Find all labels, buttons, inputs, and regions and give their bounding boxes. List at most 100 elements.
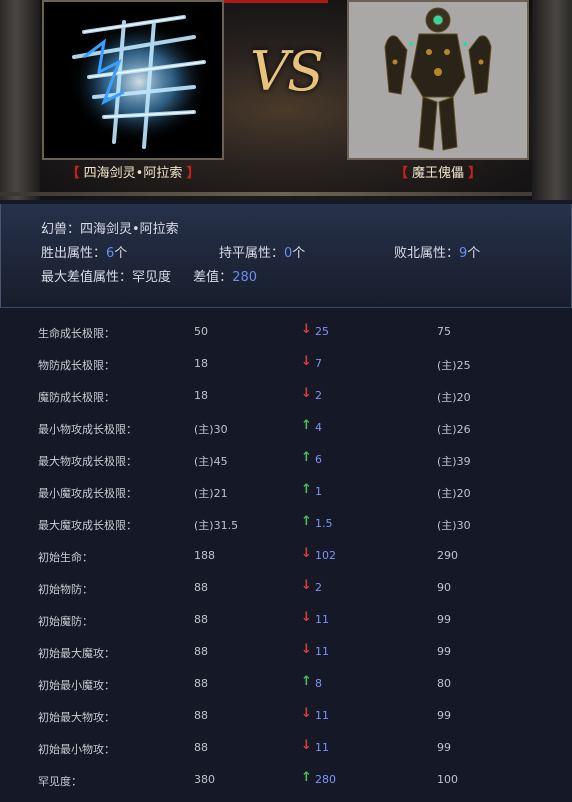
bracket-close: 】 (468, 166, 482, 181)
arrow-down-icon: ↓ (301, 706, 312, 721)
stat-label: 初始物防： (38, 583, 93, 596)
stat-label: 魔防成长极限： (38, 391, 115, 404)
diff-value: 11 (315, 709, 329, 722)
table-row: 初始最小物攻： 88 ↓ 11 99 (0, 732, 572, 764)
diff-value: 4 (315, 421, 322, 434)
left-value: 88 (194, 709, 208, 722)
left-value: 18 (194, 389, 208, 402)
table-row: 最小魔攻成长极限： (主)21 ↑ 1 (主)20 (0, 476, 572, 508)
draw-label: 持平属性： (219, 246, 285, 261)
table-row: 最小物攻成长极限： (主)30 ↑ 4 (主)26 (0, 412, 572, 444)
vs-label: VS (250, 40, 324, 103)
bracket-close: 】 (186, 166, 200, 181)
stat-comparison-table: 生命成长极限： 50 ↓ 25 75 物防成长极限： 18 ↓ 7 (主)25 魔防成长极限： 18 ↓… (0, 316, 572, 796)
diff-value: 6 (315, 453, 322, 466)
stat-label: 最大魔攻成长极限： (38, 519, 137, 532)
diff-value: 2 (315, 581, 322, 594)
diff-value: 7 (315, 357, 322, 370)
stat-label: 最小物攻成长极限： (38, 423, 137, 436)
table-row: 最大魔攻成长极限： (主)31.5 ↑ 1.5 (主)30 (0, 508, 572, 540)
left-value: 18 (194, 357, 208, 370)
stat-label: 初始最小魔攻： (38, 679, 115, 692)
unit: 个 (114, 246, 128, 261)
diff-value: 280 (232, 270, 258, 285)
left-value: (主)30 (194, 423, 228, 436)
right-value: 75 (437, 325, 451, 338)
max-diff-attr: 罕见度 (132, 270, 172, 285)
left-pet-portrait (42, 0, 224, 160)
diff-value: 11 (315, 613, 329, 626)
left-value: (主)45 (194, 455, 228, 468)
right-value: (主)30 (437, 519, 471, 532)
right-pet-portrait (347, 0, 529, 160)
left-value: 380 (194, 773, 215, 786)
arrow-up-icon: ↑ (301, 674, 312, 689)
left-value: 88 (194, 613, 208, 626)
right-value: 100 (437, 773, 458, 786)
max-diff-label: 最大差值属性： (41, 270, 133, 285)
diff-value: 2 (315, 389, 322, 402)
right-value: (主)25 (437, 359, 471, 372)
stat-label: 初始魔防： (38, 615, 93, 628)
right-value: 80 (437, 677, 451, 690)
diff-value: 1 (315, 485, 322, 498)
diff-value: 11 (315, 645, 329, 658)
table-row: 最大物攻成长极限： (主)45 ↑ 6 (主)39 (0, 444, 572, 476)
pet-name: 四海剑灵•阿拉索 (80, 222, 179, 237)
arrow-down-icon: ↓ (301, 546, 312, 561)
diff-value: 280 (315, 773, 336, 786)
left-value: 88 (194, 741, 208, 754)
bracket-open: 【 (66, 166, 80, 181)
comparison-header: VS 【 四海剑灵•阿拉索 】 【 魔王傀儡 】 (0, 0, 572, 200)
left-value: (主)21 (194, 487, 228, 500)
right-value: (主)20 (437, 391, 471, 404)
arrow-down-icon: ↓ (301, 578, 312, 593)
right-value: 99 (437, 645, 451, 658)
comparison-summary: 幻兽：四海剑灵•阿拉索 胜出属性：6个 持平属性：0个 败北属性：9个 最大差值… (0, 204, 572, 308)
table-row: 初始最小魔攻： 88 ↑ 8 80 (0, 668, 572, 700)
arrow-up-icon: ↑ (301, 418, 312, 433)
demon-puppet-image (384, 7, 492, 151)
table-row: 魔防成长极限： 18 ↓ 2 (主)20 (0, 380, 572, 412)
right-value: (主)20 (437, 487, 471, 500)
arrow-up-icon: ↑ (301, 482, 312, 497)
win-label: 胜出属性： (41, 246, 107, 261)
header-frame-divider (0, 192, 572, 196)
left-value: 88 (194, 645, 208, 658)
lose-label: 败北属性： (394, 246, 460, 261)
left-value: 188 (194, 549, 215, 562)
diff-value: 8 (315, 677, 322, 690)
arrow-up-icon: ↑ (301, 514, 312, 529)
summary-max-diff: 最大差值属性：罕见度 差值：280 (41, 266, 257, 285)
diff-value: 25 (315, 325, 329, 338)
diff-label: 差值： (193, 270, 233, 285)
summary-pet-line: 幻兽：四海剑灵•阿拉索 (41, 218, 179, 237)
arrow-down-icon: ↓ (301, 738, 312, 753)
right-value: (主)39 (437, 455, 471, 468)
arrow-down-icon: ↓ (301, 322, 312, 337)
arrow-down-icon: ↓ (301, 354, 312, 369)
bracket-open: 【 (394, 166, 408, 181)
stat-label: 初始最大物攻： (38, 711, 115, 724)
right-value: (主)26 (437, 423, 471, 436)
summary-lose: 败北属性：9个 (394, 242, 480, 261)
summary-win: 胜出属性：6个 (41, 242, 127, 261)
arrow-down-icon: ↓ (301, 610, 312, 625)
right-pet-name: 魔王傀儡 (411, 166, 464, 181)
sword-spirit-image (69, 15, 209, 149)
table-row: 初始生命： 188 ↓ 102 290 (0, 540, 572, 572)
diff-value: 1.5 (315, 517, 333, 530)
diff-value: 102 (315, 549, 336, 562)
arrow-up-icon: ↑ (301, 770, 312, 785)
summary-draw: 持平属性：0个 (219, 242, 305, 261)
table-row: 初始最大物攻： 88 ↓ 11 99 (0, 700, 572, 732)
table-row: 初始魔防： 88 ↓ 11 99 (0, 604, 572, 636)
table-row: 生命成长极限： 50 ↓ 25 75 (0, 316, 572, 348)
table-row: 初始物防： 88 ↓ 2 90 (0, 572, 572, 604)
table-row: 物防成长极限： 18 ↓ 7 (主)25 (0, 348, 572, 380)
diff-value: 11 (315, 741, 329, 754)
right-value: 99 (437, 613, 451, 626)
left-value: 88 (194, 677, 208, 690)
left-value: 50 (194, 325, 208, 338)
stat-label: 生命成长极限： (38, 327, 115, 340)
